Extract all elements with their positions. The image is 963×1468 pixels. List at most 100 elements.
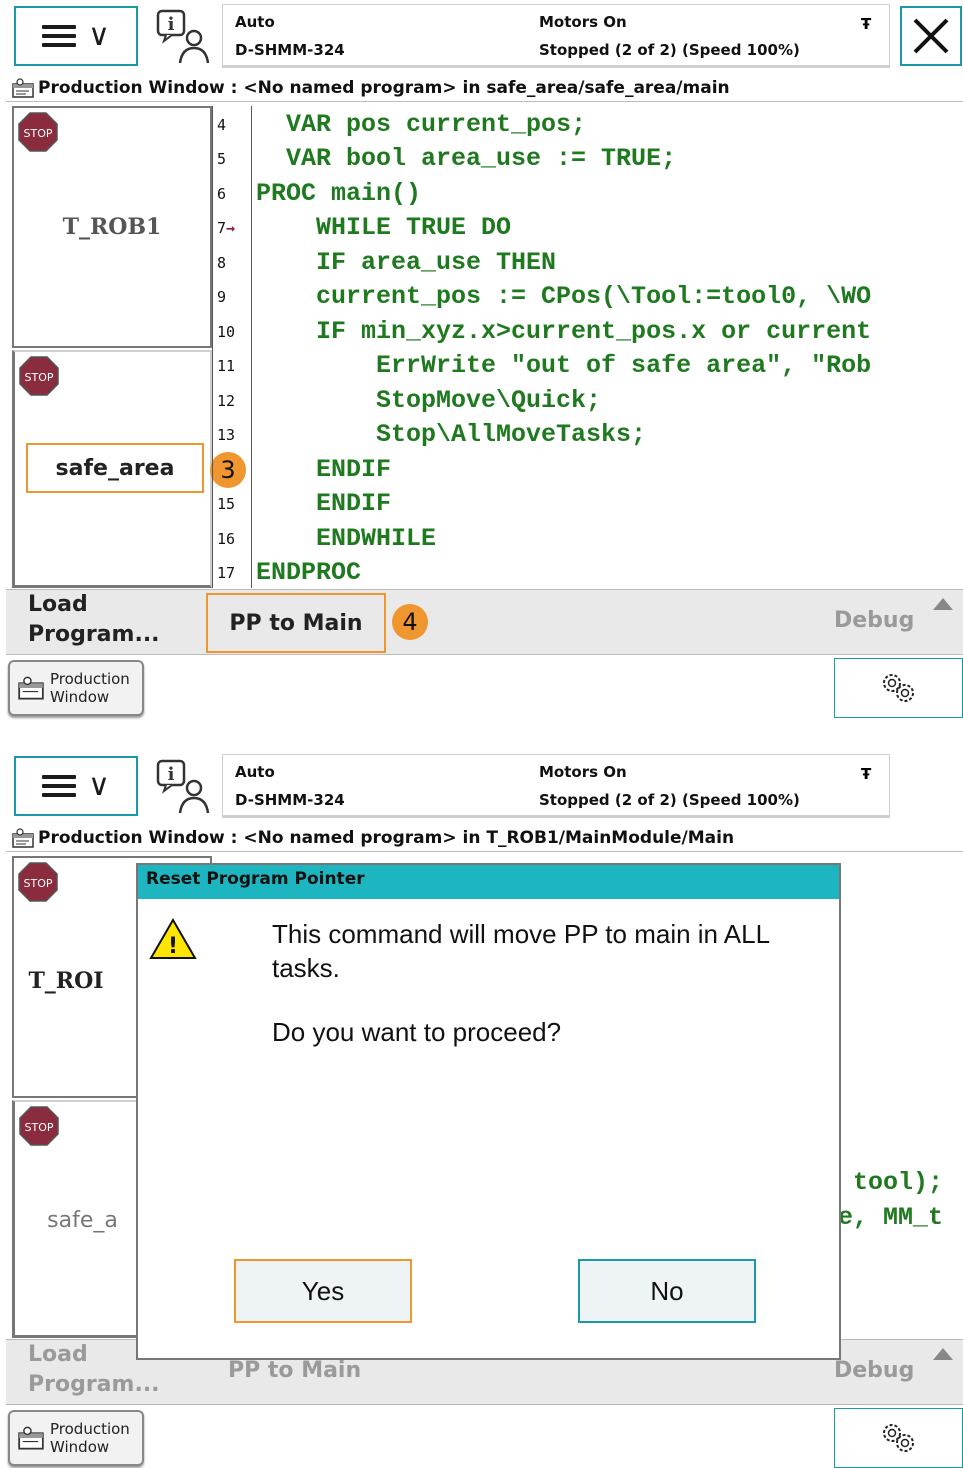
task-label: safe_area — [55, 455, 175, 481]
svg-text:STOP: STOP — [24, 127, 53, 140]
production-window-panel-1: ∨ i Auto D-SHMM-324 Motors On Stopped (2… — [6, 0, 963, 718]
code-line: IF min_xyz.x>current_pos.x or current — [256, 317, 872, 346]
svg-text:i: i — [168, 14, 175, 35]
code-line: current_pos := CPos(\Tool:=tool0, \WO — [256, 282, 872, 311]
expand-up-icon[interactable] — [933, 598, 953, 610]
code-line: ErrWrite "out of safe area", "Rob — [256, 351, 872, 380]
line-number: 10 — [217, 323, 236, 341]
no-button[interactable]: No — [578, 1259, 756, 1323]
task-safe-area-highlight[interactable]: safe_area — [26, 443, 204, 493]
speed-indicator-icon: Ŧ — [861, 15, 872, 33]
code-line: ENDIF — [256, 489, 392, 518]
code-editor[interactable]: VAR pos current_pos; VAR bool area_use :… — [256, 106, 963, 588]
production-window-taskbar-button[interactable]: Production Window — [8, 1410, 144, 1466]
window-title: Production Window : <No named program> i… — [38, 827, 735, 848]
speed-indicator-icon: Ŧ — [861, 765, 872, 783]
stop-icon: STOP — [18, 862, 58, 902]
step-badge-4: 4 — [392, 604, 428, 640]
gears-icon — [882, 1424, 914, 1452]
line-number: 12 — [217, 392, 236, 410]
dialog-title: Reset Program Pointer — [138, 865, 839, 899]
line-number: 4 — [217, 116, 227, 134]
main-menu-button[interactable]: ∨ — [14, 6, 138, 66]
taskbar-label-2: Window — [50, 1438, 110, 1456]
code-line: PROC main() — [256, 179, 422, 208]
status-bar[interactable]: Auto D-SHMM-324 Motors On Stopped (2 of … — [222, 4, 890, 68]
reset-pp-dialog: Reset Program Pointer ! This command wil… — [136, 863, 841, 1360]
motors-state: Motors On — [539, 763, 627, 781]
line-number: 8 — [217, 254, 227, 272]
svg-text:STOP: STOP — [24, 877, 53, 890]
svg-text:STOP: STOP — [25, 371, 54, 384]
event-log-icon[interactable]: i — [154, 8, 214, 66]
pp-to-main-button[interactable]: PP to Main — [206, 593, 386, 653]
task-label: T_ROB1 — [62, 214, 162, 240]
hamburger-icon — [42, 25, 77, 47]
operating-mode: Auto — [235, 13, 275, 31]
code-line: e, MM_t — [838, 1203, 944, 1232]
code-line: WHILE TRUE DO — [256, 213, 512, 242]
gears-icon — [882, 674, 914, 702]
yes-button[interactable]: Yes — [234, 1259, 412, 1323]
debug-button[interactable]: Debug — [834, 1358, 914, 1383]
taskbar-label-2: Window — [50, 688, 110, 706]
code-line: tool); — [838, 1168, 944, 1197]
debug-button[interactable]: Debug — [834, 608, 914, 633]
main-menu-button[interactable]: ∨ — [14, 756, 138, 816]
load-program-label-2: Program... — [28, 1372, 160, 1397]
event-log-icon[interactable]: i — [154, 758, 214, 816]
hamburger-icon — [42, 775, 77, 797]
stop-icon: STOP — [19, 1106, 59, 1146]
program-state: Stopped (2 of 2) (Speed 100%) — [539, 791, 800, 809]
chevron-down-icon: ∨ — [88, 18, 110, 53]
stop-icon: STOP — [19, 356, 59, 396]
command-bar: Load Program... PP to Main 4 Debug — [6, 589, 963, 655]
code-line: Stop\AllMoveTasks; — [256, 420, 647, 449]
motors-state: Motors On — [539, 13, 627, 31]
production-window-icon — [12, 827, 34, 848]
status-bar[interactable]: Auto D-SHMM-324 Motors On Stopped (2 of … — [222, 754, 890, 818]
production-window-taskbar-button[interactable]: Production Window — [8, 660, 144, 716]
top-bar: ∨ i Auto D-SHMM-324 Motors On Stopped (2… — [6, 0, 963, 74]
line-number: 16 — [217, 530, 236, 548]
taskbar-label-1: Production — [50, 670, 130, 688]
line-number: 11 — [217, 357, 236, 375]
taskbar-label-1: Production — [50, 1420, 130, 1438]
line-number: 9 — [217, 288, 227, 306]
window-title: Production Window : <No named program> i… — [38, 77, 730, 98]
program-pointer-arrow-icon: → — [226, 219, 236, 237]
load-program-label-1: Load — [28, 1342, 88, 1367]
production-window-panel-2: ∨ i Auto D-SHMM-324 Motors On Stopped (2… — [6, 750, 963, 1468]
quickset-button[interactable] — [834, 658, 963, 718]
dialog-message: This command will move PP to main in ALL… — [272, 919, 770, 983]
taskbar: Production Window — [6, 1406, 963, 1468]
line-number: 15 — [217, 495, 236, 513]
close-button[interactable] — [900, 6, 962, 66]
line-number: 13 — [217, 426, 236, 444]
line-numbers: 4 5 6 7→ 8 9 10 11 12 13 15 16 17 — [212, 106, 252, 588]
line-number-pp: 7→ — [217, 219, 236, 237]
code-line: ENDPROC — [256, 558, 362, 587]
svg-text:STOP: STOP — [25, 1121, 54, 1134]
program-state: Stopped (2 of 2) (Speed 100%) — [539, 41, 800, 59]
pp-to-main-button[interactable]: PP to Main — [228, 1358, 361, 1383]
load-program-label-1: Load — [28, 592, 88, 617]
line-number: 6 — [217, 185, 227, 203]
taskbar: Production Window — [6, 656, 963, 718]
task-t-rob1[interactable]: STOP T_ROB1 — [12, 106, 212, 348]
operating-mode: Auto — [235, 763, 275, 781]
close-icon — [913, 18, 949, 54]
warning-icon: ! — [149, 918, 197, 959]
svg-text:!: ! — [168, 934, 178, 959]
code-line: VAR pos current_pos; — [256, 110, 587, 139]
stop-icon: STOP — [18, 112, 58, 152]
load-program-button[interactable]: Load Program... — [28, 592, 188, 654]
chevron-down-icon: ∨ — [88, 768, 110, 803]
dialog-question: Do you want to proceed? — [272, 1017, 562, 1047]
controller-name: D-SHMM-324 — [235, 791, 345, 809]
code-line: StopMove\Quick; — [256, 386, 602, 415]
expand-up-icon[interactable] — [933, 1348, 953, 1360]
quickset-button[interactable] — [834, 1408, 963, 1468]
line-number: 17 — [217, 564, 236, 582]
svg-text:i: i — [168, 764, 175, 785]
